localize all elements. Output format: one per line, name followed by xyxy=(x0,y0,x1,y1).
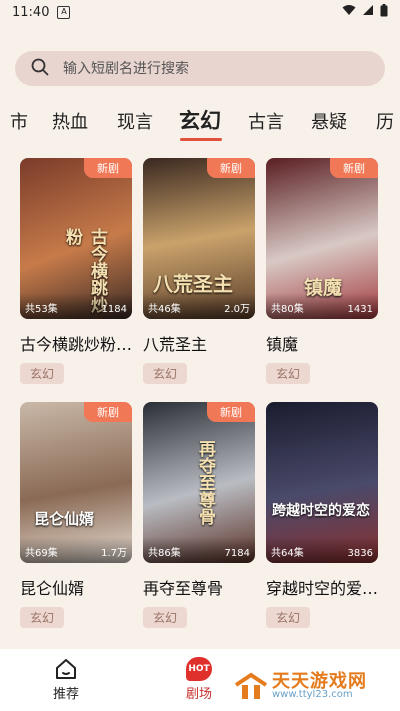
status-bar: 11:40 A xyxy=(0,0,400,24)
signal-icon xyxy=(362,4,374,20)
genre-tabs: 市 热血 现言 玄幻 古言 悬疑 历 xyxy=(0,98,400,144)
drama-title[interactable]: 再夺至尊骨 xyxy=(143,575,255,599)
drama-card[interactable]: 昆仑仙婿 新剧 共69集 1.7万 昆仑仙婿 玄幻 xyxy=(20,402,132,628)
status-left: 11:40 A xyxy=(12,4,71,20)
poster-title-art: 昆仑仙婿 xyxy=(34,510,95,528)
episode-count: 共80集 xyxy=(271,304,304,315)
view-count: 1184 xyxy=(101,304,127,315)
drama-title[interactable]: 八荒圣主 xyxy=(143,331,255,355)
drama-title[interactable]: 昆仑仙婿 xyxy=(20,575,132,599)
new-badge: 新剧 xyxy=(207,158,255,178)
search-bar[interactable] xyxy=(15,51,385,86)
home-icon xyxy=(26,655,106,683)
poster-meta: 共46集 2.0万 xyxy=(143,293,255,319)
drama-poster[interactable]: 跨越时空的爱恋 共64集 3836 xyxy=(266,402,378,563)
new-badge: 新剧 xyxy=(84,402,132,422)
nav-recommend-label: 推荐 xyxy=(52,687,79,702)
new-badge: 新剧 xyxy=(84,158,132,178)
genre-tag: 玄幻 xyxy=(266,607,311,628)
drama-poster[interactable]: 镇魔 新剧 共80集 1431 xyxy=(266,158,378,319)
tab-rexue[interactable]: 热血 xyxy=(52,108,88,134)
poster-meta: 共69集 1.7万 xyxy=(20,537,132,563)
watermark-logo-icon xyxy=(234,671,268,705)
nav-theater-label: 剧场 xyxy=(185,687,212,702)
nav-recommend[interactable]: 推荐 xyxy=(26,655,106,702)
tab-xuanhuan[interactable]: 玄幻 xyxy=(179,105,221,135)
view-count: 1431 xyxy=(347,304,373,315)
drama-grid: 古今横跳炒粉 新剧 共53集 1184 古今横跳炒粉… 玄幻 八荒圣主 新剧 共… xyxy=(0,158,400,644)
tab-xuanyi[interactable]: 悬疑 xyxy=(311,108,347,134)
tab-xianyan[interactable]: 现言 xyxy=(117,108,153,134)
genre-tag: 玄幻 xyxy=(143,363,188,384)
tab-partial-right[interactable]: 历 xyxy=(376,108,394,134)
drama-card[interactable]: 再夺至尊骨 新剧 共86集 7184 再夺至尊骨 玄幻 xyxy=(143,402,255,628)
battery-icon xyxy=(380,3,388,21)
poster-meta: 共64集 3836 xyxy=(266,537,378,563)
view-count: 1.7万 xyxy=(101,548,127,559)
poster-meta: 共53集 1184 xyxy=(20,293,132,319)
search-input[interactable] xyxy=(61,59,325,78)
episode-count: 共64集 xyxy=(271,548,304,559)
genre-tag: 玄幻 xyxy=(143,607,188,628)
view-count: 2.0万 xyxy=(224,304,250,315)
active-tab-indicator xyxy=(180,138,222,141)
drama-poster[interactable]: 古今横跳炒粉 新剧 共53集 1184 xyxy=(20,158,132,319)
tab-partial-left[interactable]: 市 xyxy=(10,108,28,134)
new-badge: 新剧 xyxy=(330,158,378,178)
genre-tag: 玄幻 xyxy=(20,363,65,384)
wifi-icon xyxy=(342,4,356,20)
status-time: 11:40 xyxy=(12,4,50,20)
tab-guyan[interactable]: 古言 xyxy=(248,108,284,134)
search-icon xyxy=(31,58,49,80)
app-notification-icon: A xyxy=(57,5,71,19)
episode-count: 共69集 xyxy=(25,548,58,559)
site-watermark: 天天游戏网 www.ttyl23.com xyxy=(232,665,400,705)
episode-count: 共46集 xyxy=(148,304,181,315)
drama-title[interactable]: 古今横跳炒粉… xyxy=(20,331,132,355)
drama-poster[interactable]: 昆仑仙婿 新剧 共69集 1.7万 xyxy=(20,402,132,563)
view-count: 3836 xyxy=(347,548,373,559)
drama-title[interactable]: 镇魔 xyxy=(266,331,378,355)
drama-card[interactable]: 古今横跳炒粉 新剧 共53集 1184 古今横跳炒粉… 玄幻 xyxy=(20,158,132,384)
status-right xyxy=(342,3,388,21)
hot-icon: HOT xyxy=(186,657,212,681)
watermark-url: www.ttyl23.com xyxy=(272,689,353,700)
drama-poster[interactable]: 八荒圣主 新剧 共46集 2.0万 xyxy=(143,158,255,319)
drama-card[interactable]: 镇魔 新剧 共80集 1431 镇魔 玄幻 xyxy=(266,158,378,384)
search-box[interactable] xyxy=(15,51,385,86)
drama-card[interactable]: 跨越时空的爱恋 共64集 3836 穿越时空的爱… 玄幻 xyxy=(266,402,378,628)
genre-tag: 玄幻 xyxy=(266,363,311,384)
hot-icon-wrap: HOT xyxy=(159,655,239,683)
genre-tag: 玄幻 xyxy=(20,607,65,628)
poster-title-art: 再夺至尊骨 xyxy=(195,440,215,525)
episode-count: 共53集 xyxy=(25,304,58,315)
new-badge: 新剧 xyxy=(207,402,255,422)
nav-theater[interactable]: HOT 剧场 xyxy=(159,655,239,702)
drama-title[interactable]: 穿越时空的爱… xyxy=(266,575,378,599)
episode-count: 共86集 xyxy=(148,548,181,559)
poster-title-art: 跨越时空的爱恋 xyxy=(272,503,370,519)
drama-poster[interactable]: 再夺至尊骨 新剧 共86集 7184 xyxy=(143,402,255,563)
drama-card[interactable]: 八荒圣主 新剧 共46集 2.0万 八荒圣主 玄幻 xyxy=(143,158,255,384)
poster-meta: 共80集 1431 xyxy=(266,293,378,319)
poster-meta: 共86集 7184 xyxy=(143,537,255,563)
view-count: 7184 xyxy=(224,548,250,559)
